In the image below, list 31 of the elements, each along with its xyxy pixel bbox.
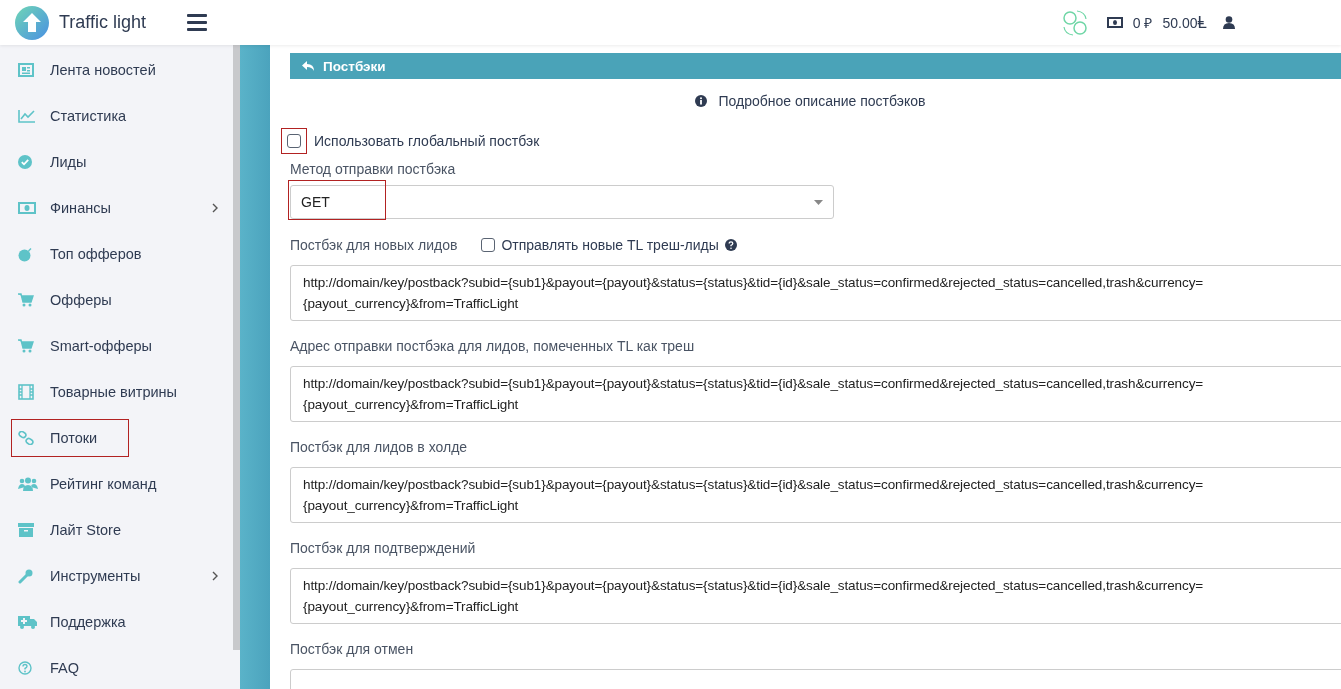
url-field[interactable]: http://domain/key/postback?subid={sub1}&payout={payout}&status={status}&tid={id}&sale_status=confirmed&rejected_status=cancelled,trash&currency= {payout_currency}&from=TrafficLight <box>290 568 1341 624</box>
points-balance: 50.00Ⱡ <box>1162 12 1207 33</box>
sidebar-item[interactable]: Лента новостей <box>0 47 233 93</box>
url-field[interactable]: http://domain/key/postback?subid={sub1}&payout={payout}&status={status}&tid={id}&sale_status=confirmed&rejected_status=cancelled,trash&currency= {payout_currency}&from=TrafficLight <box>290 366 1341 422</box>
url-field[interactable]: http://domain/key/postback?subid={sub1}&payout={payout}&status={status}&tid={id}&sale_status=confirmed&rejected_status=cancelled,trash&currency= {payout_currency}&from=TrafficLight <box>290 467 1341 523</box>
sidebar-item[interactable]: Офферы <box>0 277 233 323</box>
checkbox-label: Использовать глобальный постбэк <box>314 133 540 149</box>
sidebar-item[interactable]: Потоки <box>10 418 130 458</box>
field-label: Метод отправки постбэка <box>290 161 457 177</box>
sidebar-item[interactable]: Топ офферов <box>0 231 233 277</box>
field-label: Постбэк для новых лидов <box>290 237 458 253</box>
panel-header: Постбэки <box>290 53 1341 79</box>
sidebar-item[interactable]: Smart-офферы <box>0 323 233 369</box>
sidebar-item[interactable]: FAQ <box>0 645 233 689</box>
field-label: Постбэк для лидов в холде <box>290 439 468 455</box>
sidebar-item[interactable]: Поддержка <box>0 599 233 645</box>
sidebar-item[interactable]: Статистика <box>0 93 233 139</box>
url-field[interactable]: http://domain/key/postback?subid={sub1}&payout={payout}&status={status}&tid={id}&sale_status=confirmed&rejected_status=cancelled,trash&currency= {payout_currency}&from=TrafficLight <box>290 265 1341 321</box>
field-label: Постбэк для отмен <box>290 641 414 657</box>
field-label: Постбэк для подтверждений <box>290 540 476 556</box>
sidebar-item[interactable]: Рейтинг команд <box>0 461 233 507</box>
rub-balance: 0 ₽ <box>1132 14 1153 32</box>
sidebar-item[interactable]: Лиды <box>0 139 233 185</box>
sidebar-item[interactable]: Лайт Store <box>0 507 233 553</box>
field-label: Адрес отправки постбэка для лидов, помеченных TL как треш <box>290 338 695 354</box>
checkbox-label: Отправлять новые TL треш-лиды <box>501 237 719 253</box>
info-link[interactable]: Подробное описание постбэков <box>718 93 926 109</box>
sidebar-item[interactable]: Товарные витрины <box>0 369 233 415</box>
sidebar-item[interactable]: Инструменты <box>0 553 233 599</box>
brand-name: Traffic light <box>59 12 147 33</box>
sidebar-item[interactable]: Финансы <box>0 185 233 231</box>
